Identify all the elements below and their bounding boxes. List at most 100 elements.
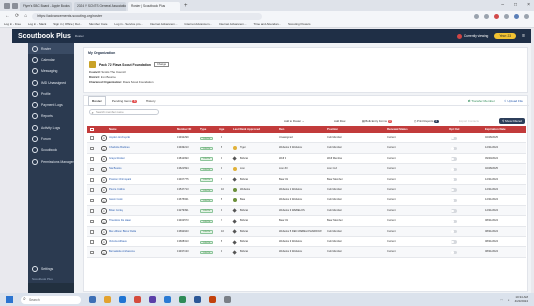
sidebar-item-calendar[interactable]: Calendar (28, 54, 74, 65)
tab-history[interactable]: History (143, 97, 159, 105)
chrome-icon[interactable] (134, 296, 141, 303)
sidebar-item-scoutbook[interactable]: Scoutbook (28, 145, 74, 156)
word-icon[interactable] (194, 296, 201, 303)
column-header[interactable]: Position (327, 126, 338, 133)
print-reports-button[interactable]: ⎙ Print Reports 0 (414, 119, 439, 123)
table-row[interactable]: ☺ Theodore De Haan 13462573 7 Bobcat Bear #1 B… (87, 216, 526, 227)
opt-out-toggle[interactable] (451, 188, 457, 192)
row-checkbox[interactable] (90, 240, 94, 244)
row-checkbox[interactable] (90, 146, 94, 151)
table-row[interactable]: ☺ Charlotte Bodines 13949213 8 Tiger Webelos … (87, 143, 526, 154)
member-name[interactable]: Grays Rocker (109, 154, 125, 164)
column-header[interactable]: Member ID (177, 126, 191, 133)
powerpoint-icon[interactable] (209, 296, 216, 303)
member-name[interactable]: Victoria Althavel (109, 237, 127, 247)
column-header[interactable]: Opt Out (449, 126, 459, 133)
sidebar-item-profile[interactable]: Profile (28, 88, 74, 99)
extension-icon[interactable] (494, 13, 499, 19)
bookmark-item[interactable]: Internet Advancem... (219, 22, 247, 26)
change-org-button[interactable]: Change (154, 62, 170, 67)
table-row[interactable]: ☺ Grays Rocker 13812993 9 Bobcat Wolf 3 Wolf M… (87, 154, 526, 165)
transfer-member-button[interactable]: ⇄ Transfer Member (468, 99, 495, 103)
table-row[interactable]: ☺ Nia Bustos 13621594 9 Lion Lion #3 Lion Cub C… (87, 164, 526, 175)
member-name[interactable]: Charlotte Bodines (109, 143, 130, 153)
bulk-entry-button[interactable]: ▤ Bulk Entry Forms 3 (362, 119, 393, 123)
sidebar-collapse[interactable] (28, 283, 74, 293)
workspaces-icon[interactable] (12, 2, 18, 9)
table-row[interactable]: ☺ Gavin Cook 13675931 8 Bear Webelos 2 Webelo… (87, 195, 526, 206)
table-row[interactable]: ☺ Mer-Allison Bisrur Della 13692943 10 Bobca… (87, 226, 526, 237)
sidebar-item-payment-logs[interactable]: Payment Logs (28, 99, 74, 110)
member-name[interactable]: Nia Bustos (109, 164, 122, 174)
opt-out-toggle[interactable] (451, 240, 457, 244)
member-name[interactable]: Brian Corley (109, 206, 123, 216)
add-row-button[interactable]: Add Row (334, 119, 345, 123)
table-row[interactable]: ☺ Victoria Althavel 13608313 8 Bobcat Webelos… (87, 237, 526, 248)
bookmark-item[interactable]: Log in - Free (4, 22, 21, 26)
sidebar-item-reports[interactable]: Reports (28, 111, 74, 122)
row-checkbox[interactable] (90, 198, 94, 203)
table-row[interactable]: ☺ Bernadette Anthacona 13497133 9 Bobcat Webe… (87, 247, 526, 258)
add-to-roster-button[interactable]: Add to Roster ⌄ (284, 119, 304, 123)
tab-pending-items[interactable]: Pending Items 8 (109, 97, 140, 105)
member-name[interactable]: Pierce Collins (109, 185, 125, 195)
row-checkbox[interactable] (90, 219, 94, 224)
extension-icon[interactable] (484, 13, 489, 19)
app-brand[interactable]: Scoutbook Plus (18, 33, 71, 40)
show-filtered-button[interactable]: ⚲ Show Filtered (499, 118, 525, 124)
table-row[interactable]: ☺ Preston Chirnopark 13467775 7 Bobcat Bear #… (87, 175, 526, 185)
url-field[interactable]: https://advancements.scouting.org/roster (32, 12, 263, 20)
maximize-icon[interactable]: □ (514, 2, 517, 8)
row-checkbox[interactable] (90, 188, 94, 192)
close-window-icon[interactable]: × (527, 2, 530, 8)
sidebar-item-imd-unassigned[interactable]: IMD Unassigned (28, 77, 74, 88)
volume-icon[interactable]: ◖ (508, 298, 510, 302)
home-icon[interactable]: ⌂ (24, 13, 27, 19)
column-header[interactable]: Name (109, 126, 117, 133)
column-header[interactable]: Age (219, 126, 224, 133)
bookmark-item[interactable]: Scouting Powers (288, 22, 311, 26)
sidebar-item-forum[interactable]: Forum (28, 133, 74, 144)
taskbar-search[interactable]: Search (21, 295, 81, 304)
more-icon[interactable] (524, 13, 529, 19)
extension-icon[interactable] (474, 13, 479, 19)
opt-out-toggle[interactable] (451, 230, 457, 234)
outlook-icon[interactable] (164, 296, 171, 303)
sidebar-item-roster[interactable]: Roster (28, 43, 74, 55)
file-explorer-icon[interactable] (89, 296, 96, 303)
teams-icon[interactable] (149, 296, 156, 303)
member-name[interactable]: Gavin Cook (109, 195, 123, 205)
row-checkbox[interactable] (90, 229, 94, 234)
member-name[interactable]: Jayden Anchuycks (109, 133, 130, 143)
column-header[interactable]: Expiration Date (485, 126, 506, 133)
bookmark-item[interactable]: Time and Attendan... (253, 22, 281, 26)
export-contacts-button[interactable]: Export Contacts (459, 119, 479, 123)
member-name[interactable]: Mer-Allison Bisrur Della (109, 227, 136, 237)
profile-icon[interactable] (514, 13, 519, 19)
opt-out-toggle[interactable] (451, 219, 457, 224)
row-checkbox[interactable] (90, 157, 94, 161)
new-tab-button[interactable]: + (184, 3, 188, 9)
table-row[interactable]: ☺ Jayden Anchuycks 13492299 9 Unassigned Cub … (87, 133, 526, 144)
member-name[interactable]: Preston Chirnopark (109, 175, 131, 185)
sidebar-item-permissions-manager[interactable]: Permissions Manager (28, 156, 74, 167)
opt-out-toggle[interactable] (451, 157, 457, 161)
sidebar-item-activity-logs[interactable]: Activity Logs (28, 122, 74, 133)
select-all-checkbox[interactable] (90, 127, 94, 132)
member-name[interactable]: Bernadette Anthacona (109, 247, 135, 257)
column-header[interactable]: Type (200, 126, 206, 133)
settings-app-icon[interactable] (224, 296, 231, 303)
row-checkbox[interactable] (90, 177, 94, 182)
opt-out-toggle[interactable] (451, 209, 457, 213)
member-name[interactable]: Theodore De Haan (109, 216, 131, 226)
column-header[interactable]: Last Rank Approved (233, 126, 260, 133)
upload-file-button[interactable]: ⇪ Upload File (504, 99, 523, 103)
row-checkbox[interactable] (90, 136, 94, 140)
extension-icon[interactable] (504, 13, 509, 19)
table-row[interactable]: ☺ Pierce Collins 13547713 10 Webelos Webelos … (87, 184, 526, 196)
opt-out-toggle[interactable] (451, 250, 457, 255)
year-selector[interactable]: Year: 23 (494, 33, 517, 39)
browser-tab[interactable]: Flyer's SBC Board - Apple Books (20, 2, 72, 11)
browser-tab[interactable]: Roster | Scoutbook Plus (128, 2, 180, 11)
edge-icon[interactable] (119, 296, 126, 303)
